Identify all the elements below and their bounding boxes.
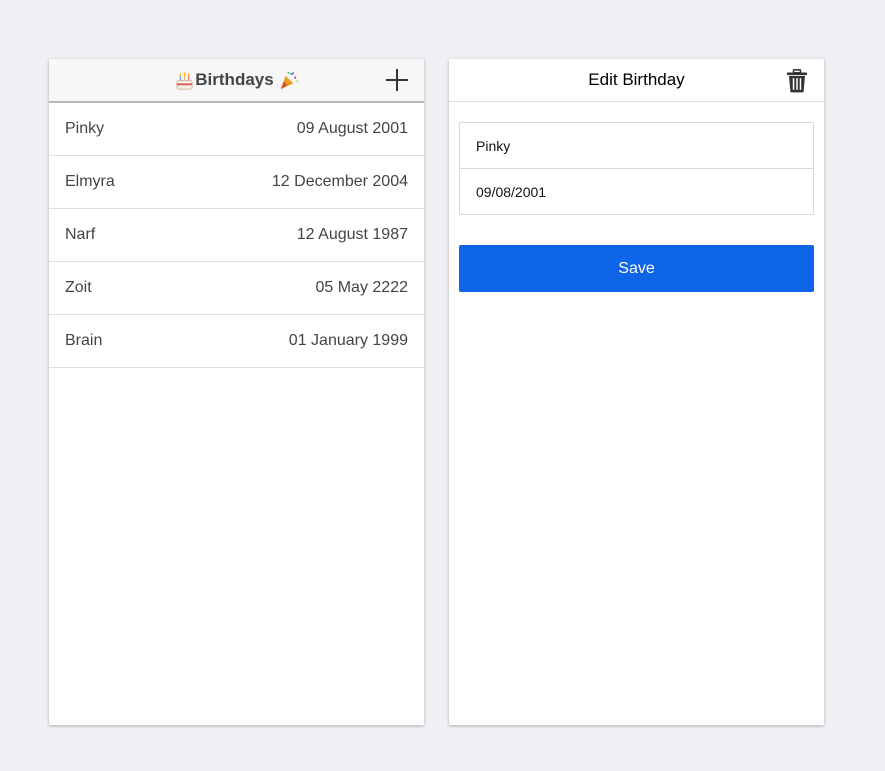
edit-birthday-panel: Edit Birthday Save	[449, 59, 824, 725]
birthday-date: 05 May 2222	[315, 279, 408, 296]
add-birthday-button[interactable]	[385, 68, 409, 92]
date-field	[460, 168, 813, 214]
birthday-name: Brain	[65, 332, 103, 349]
list-header: Birthdays	[49, 59, 424, 103]
birthday-name: Elmyra	[65, 173, 115, 190]
birthday-cake-icon	[176, 71, 193, 89]
birthday-list: Pinky 09 August 2001 Elmyra 12 December …	[49, 103, 424, 368]
birthdays-list-panel: Birthdays Pinky 09 August 2001 Elmyra 12…	[49, 59, 424, 725]
birthday-date: 01 January 1999	[288, 332, 408, 349]
list-title: Birthdays	[174, 70, 299, 91]
list-item[interactable]: Narf 12 August 1987	[49, 209, 424, 262]
edit-header: Edit Birthday	[449, 59, 824, 102]
name-input[interactable]	[476, 137, 797, 154]
edit-title: Edit Birthday	[588, 70, 685, 89]
birthday-date: 12 December 2004	[271, 173, 408, 190]
list-item[interactable]: Zoit 05 May 2222	[49, 262, 424, 315]
list-item[interactable]: Elmyra 12 December 2004	[49, 156, 424, 209]
list-item[interactable]: Brain 01 January 1999	[49, 315, 424, 368]
date-input[interactable]	[476, 183, 797, 200]
save-button[interactable]: Save	[459, 245, 814, 292]
list-item[interactable]: Pinky 09 August 2001	[49, 103, 424, 156]
edit-form	[459, 122, 814, 215]
party-popper-icon	[280, 71, 299, 89]
name-field	[460, 123, 813, 168]
birthday-name: Narf	[65, 226, 96, 243]
birthday-date: 09 August 2001	[296, 120, 408, 137]
birthday-date: 12 August 1987	[296, 226, 408, 243]
birthday-name: Pinky	[65, 120, 105, 137]
birthday-name: Zoit	[65, 279, 92, 296]
trash-icon[interactable]	[786, 69, 808, 93]
list-title-text: Birthdays	[195, 70, 274, 89]
